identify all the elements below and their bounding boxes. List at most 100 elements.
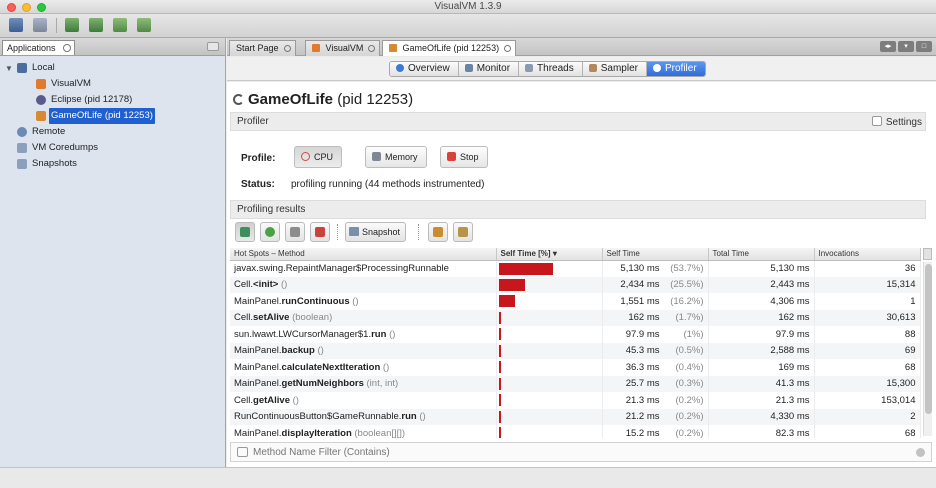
self-pct-bar (498, 427, 501, 438)
column-chooser-button[interactable] (923, 248, 932, 260)
add-host-icon[interactable] (89, 18, 103, 32)
total-time-cell: 2,443 ms (708, 276, 815, 293)
tab-threads[interactable]: Threads (519, 62, 583, 76)
close-tab-icon[interactable] (368, 45, 376, 52)
stop-button-label: Stop (460, 152, 479, 162)
expand-triangle-icon[interactable]: ▼ (5, 61, 13, 77)
column-header-invocations[interactable]: Invocations (814, 248, 921, 261)
app-name: GameOfLife (248, 91, 334, 108)
self-pct-bar (498, 295, 515, 307)
add-coredump-icon[interactable] (113, 18, 127, 32)
tree-node-remote[interactable]: Remote (0, 124, 225, 140)
method-name: run (371, 328, 387, 340)
method-name: setAlive (253, 312, 290, 324)
tab-overview[interactable]: Overview (390, 62, 459, 76)
invocations-cell: 88 (814, 326, 921, 343)
self-time-value: 5,130 ms (620, 263, 660, 274)
running-spinner-icon (233, 94, 244, 105)
tree-node-visualvm[interactable]: VisualVM (0, 76, 225, 92)
invocations-cell: 15,314 (814, 276, 921, 293)
table-row[interactable]: MainPanel.getNumNeighbors (int, int) 25.7… (230, 375, 921, 392)
column-header-self-pct-label: Self Time [%] (500, 249, 551, 259)
tree-node-gameoflife[interactable]: GameOfLife (pid 12253) (0, 108, 225, 124)
method-cell: Cell.setAlive (boolean) (230, 309, 497, 326)
column-header-total-time[interactable]: Total Time (708, 248, 815, 261)
tab-visualvm[interactable]: VisualVM (305, 40, 381, 56)
tree-node-coredumps[interactable]: VM Coredumps (0, 140, 225, 156)
hotspots-table: Hot Spots – Method Self Time [%] ▾ Self … (230, 248, 921, 438)
add-snapshot-icon[interactable] (137, 18, 151, 32)
toolbar-separator (418, 224, 419, 240)
tree-node-snapshots[interactable]: Snapshots (0, 156, 225, 172)
self-time-value: 2,434 ms (620, 279, 660, 291)
maximize-window-button[interactable]: □ (916, 41, 932, 52)
table-row[interactable]: Cell.setAlive (boolean) 162 ms (1.7%) 162 m… (230, 309, 921, 326)
tab-sampler[interactable]: Sampler (582, 62, 647, 76)
scrollbar-thumb[interactable] (925, 264, 932, 414)
snapshot-button[interactable]: Snapshot (345, 222, 407, 242)
open-icon[interactable] (9, 18, 23, 32)
tab-list-button[interactable]: ▾ (898, 41, 914, 52)
self-pct-cell (496, 326, 603, 343)
table-row[interactable]: MainPanel.calculateNextIteration () 36.3 … (230, 359, 921, 376)
table-row[interactable]: MainPanel.runContinuous () 1,551 ms (16.2%… (230, 293, 921, 310)
minimize-panel-button[interactable] (207, 42, 219, 51)
tab-gameoflife[interactable]: GameOfLife (pid 12253) (382, 40, 517, 56)
cpu-button[interactable]: CPU (294, 146, 343, 168)
tab-profiler[interactable]: Profiler (646, 62, 705, 76)
total-time-cell: 41.3 ms (708, 375, 815, 392)
filter-icon[interactable] (237, 447, 248, 457)
update-results-button[interactable] (235, 222, 255, 242)
table-row[interactable]: Cell.<init> () 2,434 ms (25.5%) 2,443 ms 15,… (230, 276, 921, 293)
table-row[interactable]: sun.lwawt.LWCursorManager$1.run () 97.9 m… (230, 326, 921, 343)
close-tab-icon[interactable] (283, 45, 291, 52)
table-row[interactable]: Cell.getAlive () 21.3 ms (0.2%) 21.3 ms 153,… (230, 392, 921, 409)
tree-label-gameoflife: GameOfLife (pid 12253) (49, 108, 155, 124)
checkbox-icon[interactable] (871, 116, 882, 126)
self-time-cell: 1,551 ms (16.2%) (602, 293, 709, 310)
method-class: sun.lwawt.LWCursorManager$1. (234, 328, 372, 340)
table-scrollbar[interactable] (923, 262, 932, 436)
method-cell: MainPanel.calculateNextIteration () (230, 359, 497, 376)
self-pct-cell (496, 408, 603, 425)
self-time-pct: (0.2%) (675, 427, 704, 438)
applications-tabbar: Applications (0, 38, 225, 56)
results-section-header: Profiling results (230, 200, 926, 219)
save-image-button[interactable] (453, 222, 473, 242)
close-tab-icon[interactable] (62, 44, 71, 52)
add-jmx-icon[interactable] (65, 18, 79, 32)
close-tab-icon[interactable] (504, 45, 512, 52)
reset-results-button[interactable] (285, 222, 305, 242)
total-time-cell: 169 ms (708, 359, 815, 376)
memory-button[interactable]: Memory (365, 146, 427, 168)
column-header-self-time[interactable]: Self Time (602, 248, 709, 261)
method-filter-input[interactable] (253, 445, 893, 460)
self-pct-bar (498, 361, 501, 373)
tree-node-eclipse[interactable]: Eclipse (pid 12178) (0, 92, 225, 108)
applications-tab[interactable]: Applications (2, 40, 75, 55)
method-cell: MainPanel.backup () (230, 342, 497, 359)
table-row[interactable]: MainPanel.displayIteration (boolean[][])… (230, 425, 921, 438)
page-title: GameOfLife (pid 12253) (233, 91, 413, 108)
clear-filter-icon[interactable] (916, 448, 925, 457)
table-row[interactable]: MainPanel.backup () 45.3 ms (0.5%) 2,588 ms… (230, 342, 921, 359)
self-time-pct: (0.2%) (675, 411, 704, 423)
tab-monitor[interactable]: Monitor (458, 62, 520, 76)
tab-start-page[interactable]: Start Page (229, 40, 296, 56)
column-header-self-pct[interactable]: Self Time [%] ▾ (496, 248, 603, 261)
stop-button[interactable]: Stop (440, 146, 488, 168)
refresh-button[interactable] (260, 222, 280, 242)
tab-visualvm-label: VisualVM (325, 43, 364, 53)
tree-node-local[interactable]: ▼ Local (0, 60, 225, 76)
method-filter-bar (230, 442, 932, 462)
save-icon[interactable] (33, 18, 47, 32)
table-row[interactable]: RunContinuousButton$GameRunnable.run () 2… (230, 408, 921, 425)
dump-threads-button[interactable] (310, 222, 330, 242)
table-row[interactable]: javax.swing.RepaintManager$ProcessingRun… (230, 260, 921, 277)
visualvm-app-icon (36, 79, 46, 89)
settings-checkbox[interactable]: Settings (871, 114, 922, 131)
method-cell: Cell.<init> () (230, 276, 497, 293)
scroll-tabs-left-button[interactable]: ◂▸ (880, 41, 896, 52)
column-header-method[interactable]: Hot Spots – Method (230, 248, 497, 261)
export-button[interactable] (428, 222, 448, 242)
